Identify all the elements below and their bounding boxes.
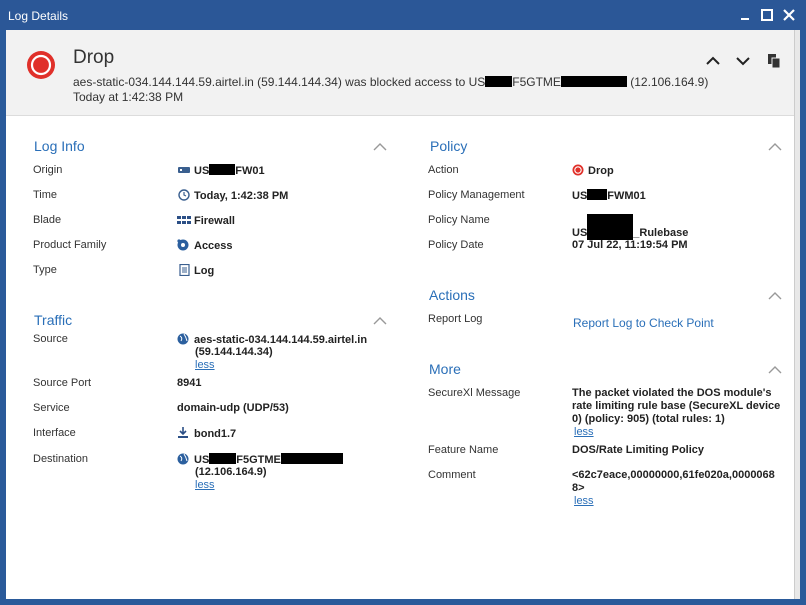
section-more-title: More: [429, 361, 461, 377]
time-value: Today, 1:42:38 PM: [177, 189, 288, 202]
log-details-window: Log Details Drop aes-static-034.144.144.…: [0, 0, 806, 605]
redaction-bar: [485, 76, 513, 87]
policy-name-value: US _Rulebase: [572, 214, 688, 240]
close-button[interactable]: [780, 6, 798, 24]
comment-less-link[interactable]: less: [574, 495, 594, 507]
drop-icon: [27, 51, 55, 79]
close-icon: [783, 9, 795, 21]
destination-less-link[interactable]: less: [195, 479, 215, 491]
product-family-value: Access: [177, 239, 233, 252]
right-edge-strip: [794, 30, 800, 599]
access-icon: [177, 239, 189, 251]
time-label: Time: [33, 189, 58, 201]
redaction-bar: [209, 164, 236, 175]
log-action-title: Drop: [73, 47, 115, 68]
section-log-info-title: Log Info: [34, 138, 85, 154]
feature-name-value: DOS/Rate Limiting Policy: [572, 444, 705, 456]
log-icon: [179, 264, 190, 276]
redaction-bar: [587, 189, 608, 200]
source-port-label: Source Port: [33, 377, 92, 389]
collapse-policy-icon[interactable]: [768, 142, 782, 152]
redaction-bar: [280, 453, 343, 464]
action-value: Drop: [571, 164, 614, 177]
service-label: Service: [33, 402, 70, 414]
blade-value: Firewall: [177, 214, 235, 227]
minimize-button[interactable]: [736, 6, 754, 24]
securexl-less-link[interactable]: less: [574, 426, 594, 438]
redaction-bar: [587, 214, 634, 240]
minimize-icon: [741, 18, 749, 20]
section-traffic-title: Traffic: [34, 312, 73, 328]
section-policy-title: Policy: [430, 138, 468, 154]
collapse-more-icon[interactable]: [768, 365, 782, 375]
policy-name-label: Policy Name: [428, 214, 490, 226]
globe-icon: [177, 333, 189, 345]
feature-name-label: Feature Name: [428, 444, 499, 456]
destination-value: US F5GTME: [177, 453, 343, 466]
maximize-button[interactable]: [758, 6, 776, 24]
interface-value: bond1.7: [177, 427, 236, 440]
chevron-down-icon: [736, 57, 750, 66]
redaction-bar: [560, 76, 627, 87]
details-panel: Drop aes-static-034.144.144.59.airtel.in…: [6, 30, 800, 599]
next-log-button[interactable]: [734, 52, 752, 70]
securexl-message-label: SecureXl Message: [428, 387, 521, 399]
interface-label: Interface: [33, 427, 76, 439]
firewall-icon: [177, 216, 191, 224]
clock-icon: [178, 189, 190, 201]
log-timestamp: Today at 1:42:38 PM: [73, 90, 184, 104]
drop-small-icon: [572, 164, 584, 176]
section-actions-title: Actions: [429, 287, 475, 303]
source-ip: (59.144.144.34): [195, 346, 273, 358]
interface-download-icon: [178, 427, 188, 438]
policy-date-value: 07 Jul 22, 11:19:54 PM: [572, 239, 688, 251]
maximize-icon: [761, 9, 773, 21]
report-log-label: Report Log: [428, 313, 483, 325]
copy-button[interactable]: [765, 52, 783, 70]
policy-date-label: Policy Date: [428, 239, 484, 251]
title-bar[interactable]: Log Details: [0, 0, 806, 30]
source-value: aes-static-034.144.144.59.airtel.in: [177, 333, 367, 346]
report-log-link[interactable]: Report Log to Check Point: [573, 316, 714, 330]
comment-label: Comment: [428, 469, 476, 481]
collapse-actions-icon[interactable]: [768, 291, 782, 301]
log-description: aes-static-034.144.144.59.airtel.in (59.…: [73, 75, 709, 89]
origin-value: US FW01: [177, 164, 265, 177]
service-value: domain-udp (UDP/53): [177, 402, 289, 414]
destination-ip: (12.106.164.9): [195, 466, 267, 478]
collapse-traffic-icon[interactable]: [373, 316, 387, 326]
comment-value: <62c7eace,00000000,61fe020a,0000068 8>: [572, 469, 775, 494]
type-value: Log: [177, 264, 214, 277]
destination-label: Destination: [33, 453, 89, 465]
previous-log-button[interactable]: [704, 52, 722, 70]
action-label: Action: [428, 164, 459, 176]
collapse-log-info-icon[interactable]: [373, 142, 387, 152]
securexl-message-value: The packet violated the DOS module's rat…: [572, 387, 781, 425]
source-port-value: 8941: [177, 377, 202, 389]
gateway-icon: [178, 167, 190, 173]
policy-management-label: Policy Management: [428, 189, 525, 201]
origin-label: Origin: [33, 164, 63, 176]
chevron-up-icon: [706, 56, 720, 65]
globe-icon: [177, 453, 189, 465]
product-family-label: Product Family: [33, 239, 107, 251]
source-less-link[interactable]: less: [195, 359, 215, 371]
window-title: Log Details: [8, 9, 69, 23]
policy-management-value: US FWM01: [572, 189, 646, 202]
redaction-bar: [209, 453, 237, 464]
log-header: Drop aes-static-034.144.144.59.airtel.in…: [6, 30, 800, 116]
blade-label: Blade: [33, 214, 62, 226]
source-label: Source: [33, 333, 68, 345]
copy-icon: [768, 54, 781, 69]
type-label: Type: [33, 264, 57, 276]
